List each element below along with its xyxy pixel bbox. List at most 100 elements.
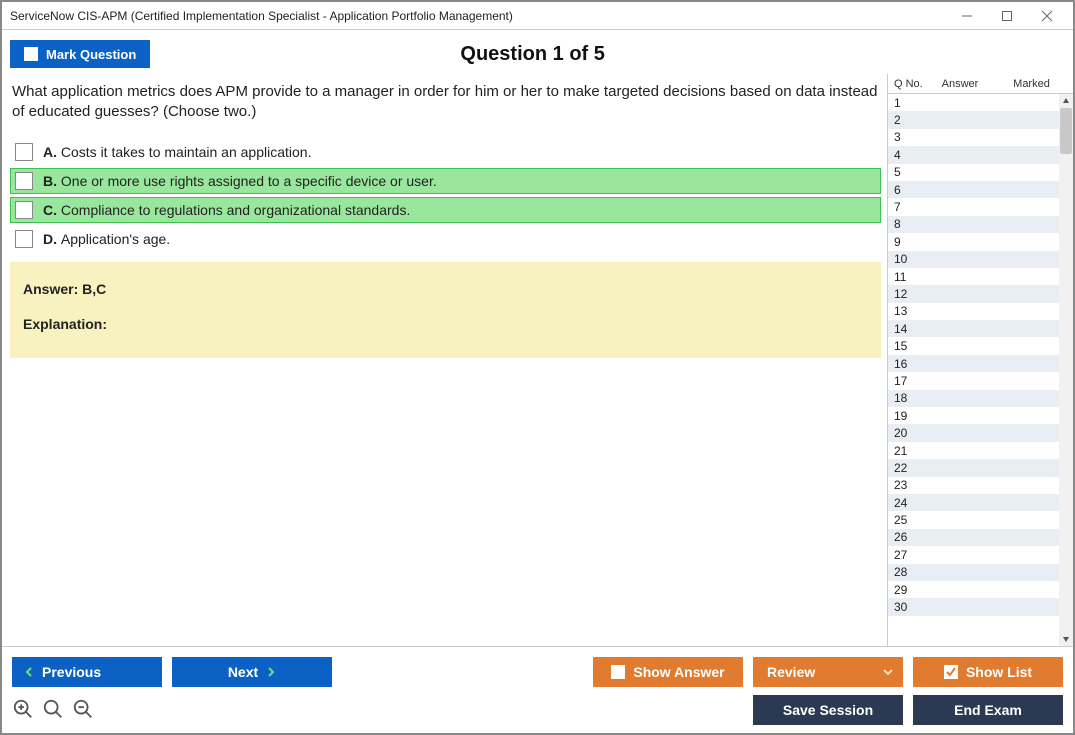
zoom-out-button[interactable] [72,698,94,723]
qlist-row[interactable]: 28 [888,564,1059,581]
qlist-row[interactable]: 14 [888,320,1059,337]
save-session-label: Save Session [783,702,873,718]
mark-question-button[interactable]: Mark Question [10,40,150,68]
qlist-row[interactable]: 8 [888,216,1059,233]
qlist-row[interactable]: 7 [888,198,1059,215]
qlist-row[interactable]: 20 [888,424,1059,441]
qlist-row[interactable]: 26 [888,529,1059,546]
qlist-row[interactable]: 1 [888,94,1059,111]
qlist-row[interactable]: 2 [888,111,1059,128]
option-text: Compliance to regulations and organizati… [61,202,410,218]
zoom-reset-button[interactable] [42,698,64,723]
checkbox-icon [611,665,625,679]
qlist-row[interactable]: 5 [888,164,1059,181]
qlist-header-qno: Q No. [888,78,930,90]
option-checkbox[interactable] [15,172,33,190]
option-text: One or more use rights assigned to a spe… [61,173,437,189]
next-label: Next [228,664,258,680]
option-letter: C. [43,202,61,218]
chevron-right-icon [266,667,276,677]
zoom-out-icon [72,698,94,720]
qlist-rows: 1234567891011121314151617181920212223242… [888,94,1059,646]
scrollbar[interactable] [1059,94,1073,646]
show-list-label: Show List [966,664,1032,680]
bottom-bar: Previous Next Show Answer Review [2,647,1073,733]
top-row: Mark Question Question 1 of 5 [2,30,1073,74]
option-row[interactable]: C. Compliance to regulations and organiz… [10,197,881,223]
previous-label: Previous [42,664,101,680]
qlist-row[interactable]: 22 [888,459,1059,476]
qlist-header-answer: Answer [930,78,990,90]
zoom-controls [12,698,94,723]
end-exam-button[interactable]: End Exam [913,695,1063,725]
chevron-left-icon [24,667,34,677]
option-text: Costs it takes to maintain an applicatio… [61,144,312,160]
content: Mark Question Question 1 of 5 What appli… [2,30,1073,733]
qlist-row[interactable]: 18 [888,390,1059,407]
qlist-row[interactable]: 9 [888,233,1059,250]
option-label: B. One or more use rights assigned to a … [43,173,437,189]
qlist-row[interactable]: 27 [888,546,1059,563]
close-button[interactable] [1027,4,1067,28]
qlist-row[interactable]: 15 [888,337,1059,354]
window-controls [947,4,1067,28]
option-letter: B. [43,173,61,189]
maximize-button[interactable] [987,4,1027,28]
previous-button[interactable]: Previous [12,657,162,687]
option-checkbox[interactable] [15,201,33,219]
option-label: A. Costs it takes to maintain an applica… [43,144,311,160]
end-exam-label: End Exam [954,702,1022,718]
scroll-up-icon[interactable] [1059,94,1073,108]
show-answer-button[interactable]: Show Answer [593,657,743,687]
qlist-row[interactable]: 6 [888,181,1059,198]
button-row-2: Save Session End Exam [12,695,1063,725]
window-title: ServiceNow CIS-APM (Certified Implementa… [10,9,513,23]
option-row[interactable]: D. Application's age. [10,226,881,252]
save-session-button[interactable]: Save Session [753,695,903,725]
option-checkbox[interactable] [15,230,33,248]
chevron-down-icon [883,667,893,677]
next-button[interactable]: Next [172,657,332,687]
qlist-row[interactable]: 3 [888,129,1059,146]
minimize-icon [961,10,973,22]
maximize-icon [1001,10,1013,22]
option-row[interactable]: B. One or more use rights assigned to a … [10,168,881,194]
question-text: What application metrics does APM provid… [10,80,881,129]
options: A. Costs it takes to maintain an applica… [10,139,881,252]
review-button[interactable]: Review [753,657,903,687]
checkbox-icon [24,47,38,61]
scroll-down-icon[interactable] [1059,632,1073,646]
qlist-header: Q No. Answer Marked [888,74,1073,94]
option-letter: D. [43,231,61,247]
zoom-in-button[interactable] [12,698,34,723]
option-label: C. Compliance to regulations and organiz… [43,202,410,218]
qlist-row[interactable]: 21 [888,442,1059,459]
qlist-row[interactable]: 13 [888,303,1059,320]
qlist-row[interactable]: 4 [888,146,1059,163]
qlist-row[interactable]: 10 [888,251,1059,268]
qlist-body: 1234567891011121314151617181920212223242… [888,94,1073,646]
qlist-row[interactable]: 29 [888,581,1059,598]
qlist-row[interactable]: 25 [888,511,1059,528]
qlist-row[interactable]: 11 [888,268,1059,285]
zoom-in-icon [12,698,34,720]
option-checkbox[interactable] [15,143,33,161]
qlist-row[interactable]: 23 [888,477,1059,494]
qlist-row[interactable]: 30 [888,598,1059,615]
checked-icon [944,665,958,679]
show-list-button[interactable]: Show List [913,657,1063,687]
mark-question-label: Mark Question [46,47,136,62]
question-list-pane: Q No. Answer Marked 12345678910111213141… [887,74,1073,646]
option-row[interactable]: A. Costs it takes to maintain an applica… [10,139,881,165]
magnifier-icon [42,698,64,720]
qlist-row[interactable]: 24 [888,494,1059,511]
minimize-button[interactable] [947,4,987,28]
qlist-row[interactable]: 16 [888,355,1059,372]
option-label: D. Application's age. [43,231,170,247]
qlist-row[interactable]: 17 [888,372,1059,389]
qlist-row[interactable]: 12 [888,285,1059,302]
scroll-thumb[interactable] [1060,108,1072,154]
qlist-row[interactable]: 19 [888,407,1059,424]
titlebar: ServiceNow CIS-APM (Certified Implementa… [2,2,1073,30]
middle: What application metrics does APM provid… [2,74,1073,647]
